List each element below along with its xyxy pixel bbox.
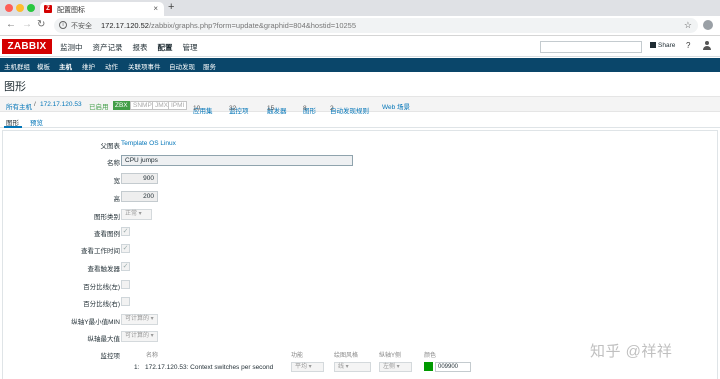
main-menu: 监测中 资产记录 报表 配置 管理 [60, 42, 208, 53]
item-draw-style-select[interactable]: 线 ▾ [334, 362, 371, 372]
parent-graph-label: 父图表 [100, 143, 121, 150]
show-worktime-label: 查看工作时间 [81, 248, 120, 255]
browser-toolbar: ← → ↻ i 不安全 172.17.120.52/zabbix/graphs.… [0, 16, 720, 36]
y-min-select[interactable]: 可计算的 ▾ [121, 314, 158, 325]
submenu-templates[interactable]: 模板 [37, 61, 50, 71]
percentile-left-label: 百分比线(左) [83, 284, 120, 291]
menu-monitoring[interactable]: 监测中 [60, 42, 83, 53]
show-legend-label: 查看图例 [94, 231, 120, 238]
page-title: 图形 [4, 81, 26, 93]
host-link[interactable]: 172.17.120.53 [40, 101, 82, 108]
submenu-event-correlation[interactable]: 关联项事件 [128, 61, 161, 71]
watermark: 知乎 @祥祥 [590, 343, 673, 360]
submenu-hosts[interactable]: 主机 [59, 61, 72, 71]
zbx-availability-badge: ZBX [113, 101, 130, 110]
item-index: 1: [134, 364, 140, 371]
maximize-window-button[interactable] [27, 4, 35, 12]
name-label: 名称 [107, 160, 120, 167]
graph-type-label: 图形类别 [94, 214, 120, 221]
tab-title: 配置图标 [57, 7, 85, 14]
insecure-label: 不安全 [71, 23, 92, 30]
reload-icon[interactable]: ↻ [37, 19, 45, 31]
all-hosts-link[interactable]: 所有主机 [6, 101, 32, 111]
browser-tab-strip: Z 配置图标 × + [0, 0, 720, 16]
back-arrow-icon[interactable]: ← [6, 19, 16, 31]
submenu-actions[interactable]: 动作 [105, 61, 118, 71]
show-legend-checkbox[interactable]: ✓ [121, 227, 130, 236]
width-label: 宽 [113, 178, 121, 185]
active-tab-indicator [4, 126, 22, 128]
parent-graph-link[interactable]: Template OS Linux [121, 140, 176, 147]
submenu-services[interactable]: 服务 [203, 61, 216, 71]
name-input[interactable]: CPU jumps [121, 155, 353, 166]
col-y-axis-side: 纵轴Y侧 [379, 353, 402, 359]
menu-reports[interactable]: 报表 [133, 42, 148, 53]
item-color-swatch[interactable] [424, 362, 433, 371]
percentile-right-label: 百分比线(右) [83, 301, 120, 308]
help-button[interactable]: ? [686, 41, 690, 50]
menu-administration[interactable]: 管理 [183, 42, 198, 53]
submenu-maintenance[interactable]: 维护 [82, 61, 95, 71]
user-profile-icon[interactable] [703, 41, 711, 50]
col-name: 名称 [146, 353, 159, 359]
menu-inventory[interactable]: 资产记录 [93, 42, 123, 53]
submenu-discovery[interactable]: 自动发现 [169, 61, 195, 71]
y-min-label: 纵轴Y最小值MIN [71, 319, 120, 326]
address-bar[interactable]: i 不安全 172.17.120.52/zabbix/graphs.php?fo… [54, 18, 698, 33]
col-draw-style: 绘图风格 [334, 353, 359, 359]
profile-avatar-icon[interactable] [703, 20, 713, 30]
sub-menu: 主机群组 模板 主机 维护 动作 关联项事件 自动发现 服务 [0, 58, 720, 72]
item-color-input[interactable]: 009900 [435, 362, 471, 372]
width-input[interactable]: 900 [121, 173, 158, 184]
height-input[interactable]: 200 [121, 191, 158, 202]
minimize-window-button[interactable] [16, 4, 24, 12]
forward-arrow-icon[interactable]: → [22, 19, 32, 31]
close-tab-icon[interactable]: × [153, 4, 158, 13]
form-tabs: 图形 预览 [0, 114, 720, 128]
percentile-right-checkbox[interactable] [121, 297, 130, 306]
y-max-label: 纵轴最大值 [87, 336, 121, 343]
show-worktime-checkbox[interactable]: ✓ [121, 244, 130, 253]
menu-configuration[interactable]: 配置 [158, 42, 173, 53]
item-function-select[interactable]: 平均 ▾ [291, 362, 324, 372]
info-icon[interactable]: i [59, 21, 67, 29]
share-button[interactable]: Share [650, 42, 675, 49]
graph-type-select[interactable]: 正常 ▾ [121, 209, 152, 220]
zabbix-favicon-icon: Z [44, 5, 52, 13]
bookmark-star-icon[interactable]: ☆ [684, 20, 692, 31]
new-tab-icon[interactable]: + [168, 1, 174, 13]
close-window-button[interactable] [5, 4, 13, 12]
host-status-enabled[interactable]: 已启用 [89, 101, 109, 111]
y-max-select[interactable]: 可计算的 ▾ [121, 331, 158, 342]
col-colour: 颜色 [424, 353, 437, 359]
zabbix-header: ZABBIX 监测中 资产记录 报表 配置 管理 Share ? [0, 37, 720, 57]
item-name: 172.17.120.53: Context switches per seco… [145, 364, 274, 371]
col-function: 功能 [291, 353, 304, 359]
show-triggers-checkbox[interactable]: ✓ [121, 262, 130, 271]
item-y-axis-side-select[interactable]: 左侧 ▾ [379, 362, 412, 372]
web-scenarios-link[interactable]: Web 场景 [382, 101, 410, 111]
submenu-host-groups[interactable]: 主机群组 [4, 61, 30, 71]
host-breadcrumb: 所有主机 / 172.17.120.53 已启用 ZBX SNMP JMX IP… [0, 96, 720, 115]
share-icon [650, 42, 656, 48]
zabbix-logo[interactable]: ZABBIX [2, 39, 52, 54]
tab-preview[interactable]: 预览 [30, 117, 43, 127]
ipmi-availability-badge: IPMI [168, 101, 188, 110]
percentile-left-checkbox[interactable] [121, 280, 130, 289]
show-triggers-label: 查看触发器 [87, 266, 121, 273]
breadcrumb-separator: / [34, 101, 36, 108]
items-label: 监控项 [100, 353, 121, 360]
browser-tab[interactable]: Z 配置图标 × [40, 2, 164, 16]
height-label: 高 [113, 196, 121, 203]
search-input[interactable] [540, 41, 642, 53]
url-text[interactable]: 172.17.120.52/zabbix/graphs.php?form=upd… [101, 21, 356, 30]
